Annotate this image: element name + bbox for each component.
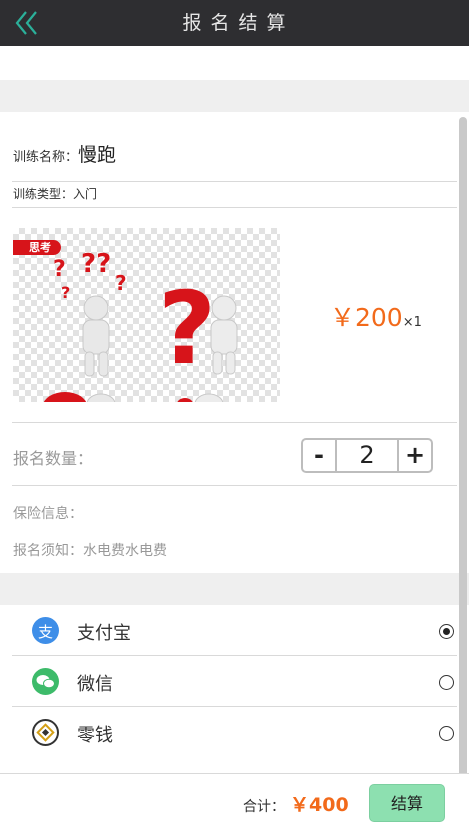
registration-notice: 报名须知：水电费水电费 [13,543,167,559]
total-label: 合计： [243,799,285,815]
payment-radio[interactable] [439,726,454,741]
training-name-label: 训练名称： [13,150,79,165]
total-value: ￥400 [290,794,349,816]
divider [12,181,457,182]
top-bar: 报名结算 [0,0,469,46]
svg-text:?: ? [115,271,127,295]
payment-label: 零钱 [77,725,113,746]
section-divider [0,573,469,605]
insurance-info: 保险信息： [13,506,83,522]
increment-button[interactable]: + [399,440,431,471]
svg-text:支: 支 [38,623,53,641]
svg-text:?: ? [61,283,70,302]
payment-option-wechat[interactable]: 微信 [0,656,458,707]
svg-text:?: ? [158,270,216,387]
payment-label: 支付宝 [77,623,131,644]
training-name-value: 慢跑 [78,144,117,166]
wechat-icon [32,668,59,695]
training-name: 训练名称：慢跑 [13,140,116,167]
price-amount: ￥200 [330,303,403,332]
wallet-icon [32,719,59,746]
checkout-bar: 合计： ￥400 结算 [0,773,469,823]
svg-text:?: ? [53,257,66,282]
payment-radio[interactable] [439,624,454,639]
divider [12,207,457,208]
divider [12,485,457,486]
quantity-input[interactable]: 2 [335,440,399,471]
svg-text:??: ?? [81,249,111,279]
page-title: 报名结算 [182,12,295,34]
unit-price: ￥200×1 [330,298,422,334]
payment-option-alipay[interactable]: 支 支付宝 [0,605,458,656]
payment-radio[interactable] [439,675,454,690]
scrollbar[interactable] [459,117,467,817]
checkout-button[interactable]: 结算 [369,784,445,822]
payment-label: 微信 [77,674,113,695]
alipay-icon: 支 [32,617,59,644]
price-multiplier: ×1 [402,315,422,330]
training-image: 思考 ? ?? ? ? ? [13,228,280,402]
section-divider [0,80,469,112]
payment-option-wallet[interactable]: 零钱 [0,707,458,758]
divider [12,422,457,423]
training-type: 训练类型：入门 [13,187,98,201]
quantity-label: 报名数量： [13,449,94,468]
decrement-button[interactable]: - [303,440,335,471]
question-figure-illustration: ? ?? ? ? ? [43,249,238,402]
quantity-stepper: - 2 + [301,438,433,473]
